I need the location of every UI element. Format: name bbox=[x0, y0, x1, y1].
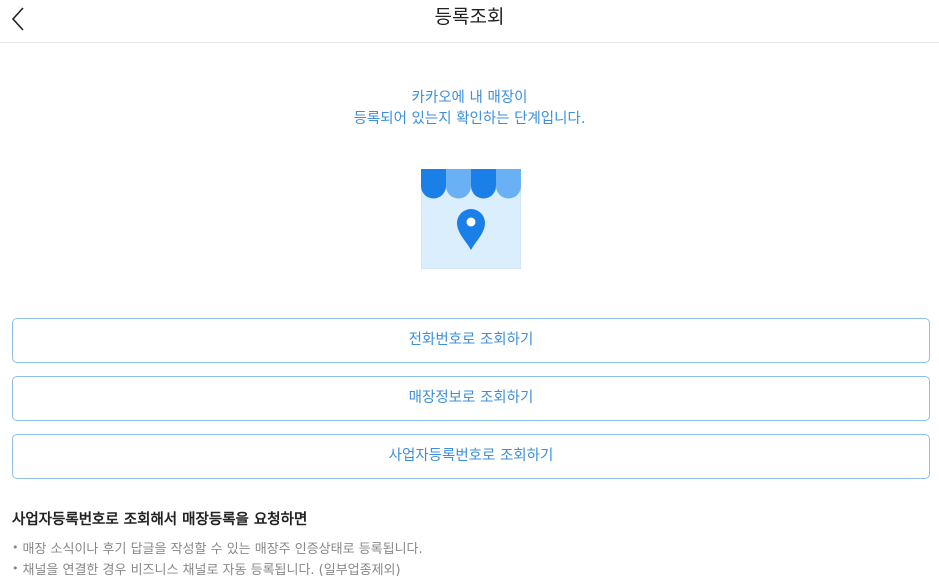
notice-title: 사업자등록번호로 조회해서 매장등록을 요청하면 bbox=[12, 512, 308, 528]
search-by-business-number-button[interactable]: 사업자등록번호로 조회하기 bbox=[12, 434, 930, 479]
notice-item: • 매장 소식이나 후기 답글을 작성할 수 있는 매장주 인증상태로 등록됩니다… bbox=[12, 538, 423, 559]
page-title: 등록조회 bbox=[434, 6, 505, 28]
bullet-icon: • bbox=[12, 562, 19, 575]
store-location-icon bbox=[420, 168, 522, 270]
notice-item: • 채널을 연결한 경우 비즈니스 채널로 자동 등록됩니다. (일부업종제외) bbox=[12, 559, 423, 580]
intro-text: 카카오에 내 매장이 등록되어 있는지 확인하는 단계입니다. bbox=[0, 88, 939, 130]
intro-line-2: 등록되어 있는지 확인하는 단계입니다. bbox=[353, 111, 586, 127]
search-by-phone-button[interactable]: 전화번호로 조회하기 bbox=[12, 318, 930, 363]
notice-list: • 매장 소식이나 후기 답글을 작성할 수 있는 매장주 인증상태로 등록됩니다… bbox=[12, 538, 423, 580]
bullet-icon: • bbox=[12, 541, 19, 554]
search-by-store-info-button[interactable]: 매장정보로 조회하기 bbox=[12, 376, 930, 421]
notice-item-text: 매장 소식이나 후기 답글을 작성할 수 있는 매장주 인증상태로 등록됩니다. bbox=[22, 542, 423, 557]
header-bar: 등록조회 bbox=[0, 0, 939, 43]
intro-line-1: 카카오에 내 매장이 bbox=[411, 90, 528, 106]
notice-item-text: 채널을 연결한 경우 비즈니스 채널로 자동 등록됩니다. (일부업종제외) bbox=[22, 563, 401, 578]
